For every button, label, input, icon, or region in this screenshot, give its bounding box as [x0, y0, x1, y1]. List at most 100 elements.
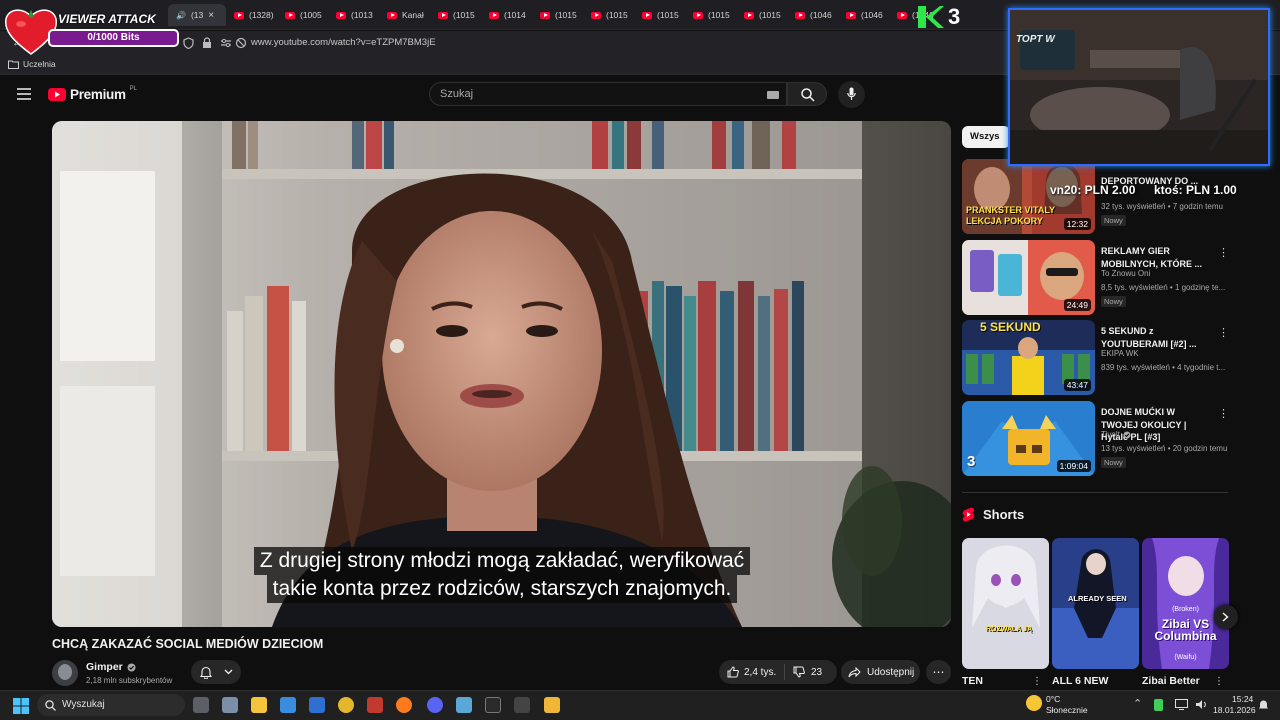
clock-time[interactable]: 15:24: [1232, 694, 1253, 704]
recommendation-item[interactable]: 5 SEKUND 43:47 5 SEKUND z YOUTUBERAMI [#…: [962, 320, 1230, 396]
tab-list: 🔊 (13 × (1328) (1005 (1013 Kanał (1015 (1014 (101…: [168, 4, 940, 26]
browser-tab[interactable]: (1015: [685, 4, 736, 26]
dislike-button[interactable]: 23: [785, 666, 822, 678]
speaker-icon[interactable]: 🔊: [176, 11, 186, 20]
browser-tab[interactable]: (1046: [787, 4, 838, 26]
more-vertical-icon[interactable]: ⋮: [1218, 326, 1229, 339]
more-vertical-icon[interactable]: ⋮: [1032, 676, 1042, 687]
browser-tab[interactable]: (1013: [328, 4, 379, 26]
channel-wrap[interactable]: Tivolt: [1101, 430, 1131, 439]
voice-search-button[interactable]: [838, 81, 865, 108]
browser-tab[interactable]: (1015: [736, 4, 787, 26]
network-icon[interactable]: [1175, 699, 1188, 710]
obs-icon[interactable]: [485, 697, 501, 713]
video-thumbnail[interactable]: 3 1:09:04: [962, 401, 1095, 476]
channel-avatar[interactable]: [52, 660, 78, 686]
channel-name[interactable]: Gimper: [86, 661, 123, 673]
browser-tab[interactable]: (1015: [532, 4, 583, 26]
recommendation-channel[interactable]: To Znowu Oni: [1101, 269, 1150, 278]
clock-date[interactable]: 18.01.2026: [1213, 705, 1256, 715]
lock-icon[interactable]: [202, 37, 212, 49]
notification-bell-icon[interactable]: [1258, 699, 1269, 711]
browser-tab[interactable]: (1015: [430, 4, 481, 26]
taskbar-search-input[interactable]: Wyszukaj: [37, 694, 185, 716]
app-icon[interactable]: [367, 697, 383, 713]
close-tab-icon[interactable]: ×: [208, 10, 214, 21]
tab-label: (1046: [861, 10, 883, 20]
browser-tab[interactable]: 🔊 (13 ×: [168, 4, 226, 26]
menu-icon[interactable]: [17, 88, 31, 100]
windows-start-icon[interactable]: [13, 698, 29, 714]
browser-tab[interactable]: (1005: [277, 4, 328, 26]
short-thumbnail[interactable]: ALREADY SEEN: [1052, 538, 1139, 669]
task-view-icon[interactable]: [193, 697, 209, 713]
youtube-logo[interactable]: Premium PL: [48, 86, 137, 102]
like-button[interactable]: 2,4 tys.: [719, 664, 785, 680]
weather-sun-icon[interactable]: [1026, 695, 1042, 711]
short-title[interactable]: ALL 6 NEW: [1052, 675, 1108, 687]
more-vertical-icon[interactable]: ⋮: [1218, 407, 1229, 420]
app-icon-2[interactable]: [514, 697, 530, 713]
recommendation-item[interactable]: 24:49 REKLAMY GIER MOBILNYCH, KTÓRE ... …: [962, 240, 1230, 316]
mail-icon[interactable]: [309, 697, 325, 713]
browser-tab[interactable]: Kanał: [379, 4, 430, 26]
keyboard-icon[interactable]: [767, 91, 779, 99]
photos-icon[interactable]: [456, 697, 472, 713]
tray-chevron-icon[interactable]: ⌃: [1133, 697, 1142, 710]
video-thumbnail[interactable]: 5 SEKUND 43:47: [962, 320, 1095, 395]
shorts-next-button[interactable]: [1214, 605, 1238, 629]
recommendation-channel[interactable]: Tivolt: [1101, 430, 1120, 439]
browser-tab[interactable]: (1046: [838, 4, 889, 26]
subscription-bell-button[interactable]: [191, 660, 241, 684]
tray-app-icon[interactable]: [1154, 699, 1163, 711]
short-title[interactable]: TEN: [962, 675, 983, 687]
discord-icon[interactable]: [427, 697, 443, 713]
short-thumbnail[interactable]: Zibai VS Columbina (Broken) (Waifu): [1142, 538, 1229, 669]
weather-temp[interactable]: 0°C: [1046, 694, 1060, 704]
filter-chip-all[interactable]: Wszys: [962, 126, 1010, 148]
browser-tab[interactable]: (1015: [634, 4, 685, 26]
search-input[interactable]: Szukaj: [429, 82, 787, 106]
notepad-icon[interactable]: [222, 697, 238, 713]
browser-tab[interactable]: (1015: [583, 4, 634, 26]
verified-icon: [127, 663, 136, 671]
app-icon-3[interactable]: [544, 697, 560, 713]
tab-label: (1015: [759, 10, 781, 20]
recommendation-channel[interactable]: EKIPA WK: [1101, 349, 1139, 358]
search-button[interactable]: [787, 82, 827, 106]
browser-tab[interactable]: (1014: [481, 4, 532, 26]
recommendation-item[interactable]: PRANKSTER VITALY LEKCJA POKORY 12:32 DEP…: [962, 159, 1230, 235]
recommendation-item[interactable]: 3 1:09:04 DOJNE MUĆKI W TWOJEJ OKOLICY |…: [962, 401, 1230, 477]
short-thumbnail[interactable]: ROZWALA JĄ: [962, 538, 1049, 669]
more-vertical-icon[interactable]: ⋮: [1218, 246, 1229, 259]
k3-logo: 3: [918, 4, 960, 30]
recommendation-meta: 32 tys. wyświetleń • 7 godzin temu: [1101, 202, 1223, 211]
channel-name-wrap[interactable]: Gimper: [86, 661, 136, 673]
store-icon[interactable]: [280, 697, 296, 713]
recommendation-title[interactable]: 5 SEKUND z YOUTUBERAMI [#2] ...: [1101, 325, 1213, 350]
volume-icon[interactable]: [1195, 699, 1208, 710]
short-title[interactable]: Zibai Better: [1142, 675, 1200, 687]
webcam-label: TOPT W: [1016, 34, 1055, 45]
tab-label: (1328): [249, 10, 274, 20]
more-vertical-icon[interactable]: ⋮: [1214, 676, 1224, 687]
share-button[interactable]: Udostępnij: [841, 660, 920, 684]
url-text[interactable]: www.youtube.com/watch?v=eTZPM7BM3jE: [251, 37, 436, 48]
video-thumbnail[interactable]: 24:49: [962, 240, 1095, 315]
youtube-favicon-icon: [744, 11, 754, 19]
browser-tab[interactable]: (1328): [226, 4, 277, 26]
firefox-icon[interactable]: [396, 697, 412, 713]
new-badge: Nowy: [1101, 457, 1126, 468]
shorts-icon: [962, 507, 975, 522]
thumbs-up-icon: [727, 666, 739, 678]
more-actions-button[interactable]: ⋯: [926, 660, 951, 684]
bookmark-uczelnia[interactable]: Uczelnia: [8, 59, 56, 69]
tracking-icon[interactable]: [235, 37, 247, 49]
weather-desc[interactable]: Słonecznie: [1046, 705, 1088, 715]
recommendation-title[interactable]: REKLAMY GIER MOBILNYCH, KTÓRE ...: [1101, 245, 1213, 270]
chrome-icon[interactable]: [338, 697, 354, 713]
permissions-icon[interactable]: [220, 37, 232, 49]
shield-icon[interactable]: [183, 37, 194, 49]
video-player[interactable]: Z drugiej strony młodzi mogą zakładać, w…: [52, 121, 951, 627]
file-explorer-icon[interactable]: [251, 697, 267, 713]
